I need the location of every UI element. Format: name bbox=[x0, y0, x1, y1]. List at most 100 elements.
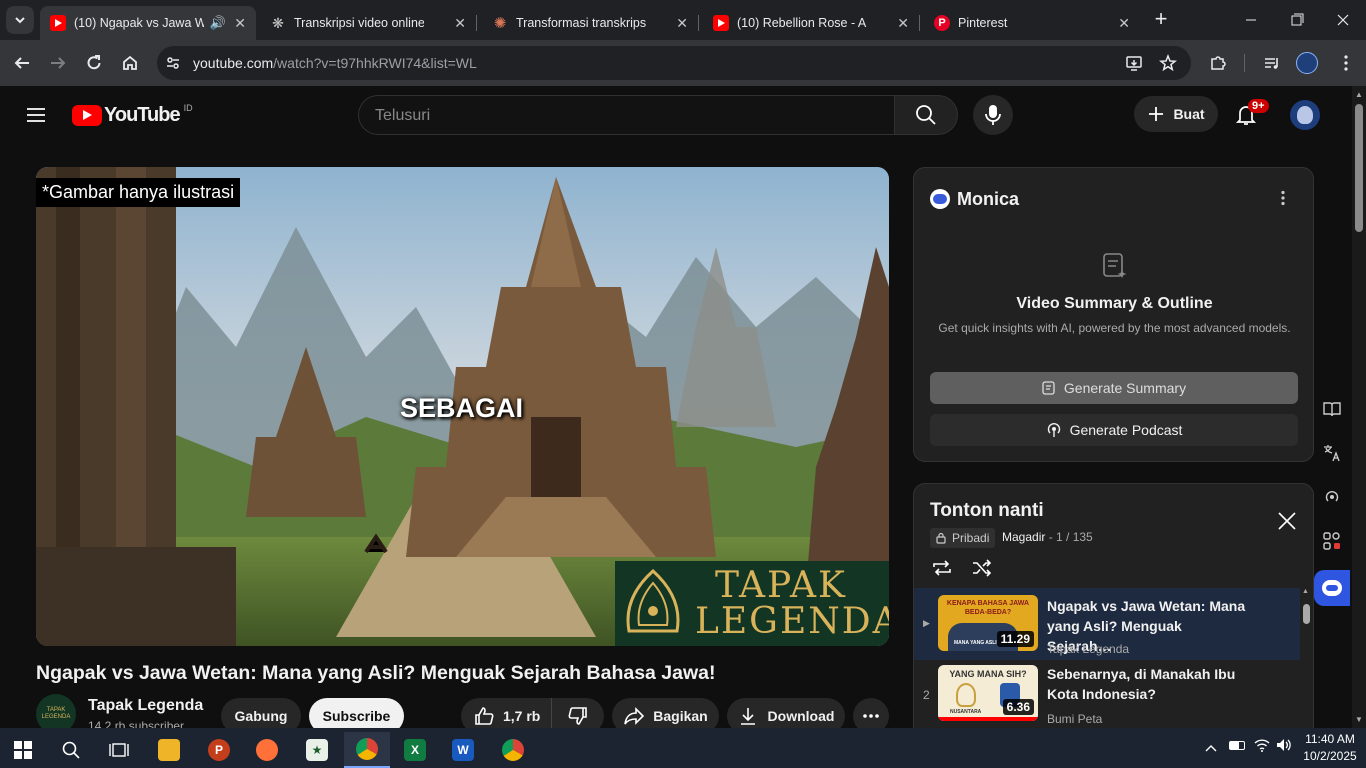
video-summary-description: Get quick insights with AI, powered by t… bbox=[938, 321, 1291, 335]
chevron-up-icon bbox=[1205, 745, 1217, 752]
pinterest-icon: P bbox=[934, 15, 950, 31]
thumbnail-caption: YANG MANA SIH? bbox=[949, 669, 1027, 679]
chrome-profile-app[interactable] bbox=[492, 732, 534, 768]
playlist-item[interactable]: 2 YANG MANA SIH? NUSANTARA 6.36 Sebenarn… bbox=[914, 660, 1300, 732]
tab-search-button[interactable] bbox=[6, 6, 34, 34]
folder-icon bbox=[158, 739, 180, 761]
video-duration: 6.36 bbox=[1002, 699, 1034, 715]
privacy-label: Pribadi bbox=[952, 531, 990, 545]
video-title: Ngapak vs Jawa Wetan: Mana yang Asli? Me… bbox=[36, 662, 716, 684]
close-tab-icon[interactable]: ✕ bbox=[1118, 15, 1130, 32]
create-button[interactable]: Buat bbox=[1134, 96, 1218, 132]
battery-icon[interactable] bbox=[1229, 741, 1245, 750]
task-view-button[interactable] bbox=[98, 732, 140, 768]
youtube-icon bbox=[713, 15, 729, 31]
reload-button[interactable] bbox=[82, 51, 106, 75]
tab-transformasi[interactable]: ✺ Transformasi transkripsi vide ✕ bbox=[482, 6, 699, 40]
word-app[interactable]: W bbox=[442, 732, 484, 768]
share-arrow-icon bbox=[624, 707, 645, 725]
file-explorer-app[interactable] bbox=[148, 732, 190, 768]
playlist-item-current[interactable]: ▶ KENAPA BAHASA JAWA BEDA-BEDA? MANA YAN… bbox=[914, 588, 1300, 660]
apps-grid-icon[interactable] bbox=[1317, 526, 1347, 556]
restore-button[interactable] bbox=[1282, 10, 1312, 30]
wifi-icon[interactable] bbox=[1254, 738, 1270, 757]
playlist-meta: Magadir - 1 / 135 bbox=[1002, 530, 1093, 544]
speaker-icon[interactable]: 🔊 bbox=[210, 15, 226, 31]
tab-youtube-ngapak[interactable]: (10) Ngapak vs Jawa Wet 🔊 ✕ bbox=[40, 6, 256, 40]
generate-summary-button[interactable]: Generate Summary bbox=[930, 372, 1298, 404]
tab-pinterest[interactable]: P Pinterest ✕ bbox=[924, 6, 1140, 40]
close-tab-icon[interactable]: ✕ bbox=[897, 15, 909, 32]
loop-playlist-button[interactable] bbox=[930, 556, 954, 580]
tab-transkripsi[interactable]: ❋ Transkripsi video online | Des ✕ bbox=[260, 6, 477, 40]
video-summary-heading: Video Summary & Outline bbox=[1016, 295, 1213, 312]
close-window-button[interactable] bbox=[1328, 10, 1358, 30]
music-queue-icon bbox=[1265, 58, 1278, 69]
youtube-icon bbox=[50, 15, 66, 31]
arrow-left-icon bbox=[14, 57, 29, 69]
playlist-scrollbar[interactable]: ▲ bbox=[1302, 588, 1312, 732]
taskbar-search-button[interactable] bbox=[50, 732, 92, 768]
playlist-item-title: Sebenarnya, di Manakah Ibu Kota Indonesi… bbox=[1047, 666, 1236, 702]
shuffle-playlist-button[interactable] bbox=[970, 556, 994, 580]
bookmark-star-icon[interactable] bbox=[1159, 54, 1177, 72]
url-text: youtube.com/watch?v=t97hhkRWI74&list=WL bbox=[193, 55, 477, 71]
site-settings-icon[interactable] bbox=[165, 55, 181, 71]
home-button[interactable] bbox=[118, 51, 142, 75]
minimize-button[interactable] bbox=[1236, 10, 1266, 30]
channel-name[interactable]: Tapak Legenda bbox=[88, 697, 203, 715]
monica-panel: Monica Video Summary & Outline Get quick… bbox=[913, 167, 1314, 462]
firefox-app[interactable] bbox=[246, 732, 288, 768]
join-label: Gabung bbox=[234, 708, 288, 724]
thumbnail-subcaption: NUSANTARA bbox=[950, 709, 982, 715]
back-button[interactable] bbox=[10, 51, 34, 75]
close-tab-icon[interactable]: ✕ bbox=[454, 15, 466, 32]
youtube-logo[interactable]: YouTube ID bbox=[72, 103, 193, 126]
volume-icon[interactable] bbox=[1276, 738, 1292, 757]
reader-icon[interactable] bbox=[1317, 394, 1347, 424]
playlist-close-button[interactable] bbox=[1276, 510, 1300, 534]
hamburger-icon bbox=[27, 108, 45, 122]
translate-icon[interactable] bbox=[1317, 438, 1347, 468]
chrome-app-active[interactable] bbox=[344, 732, 390, 768]
pinned-star-app[interactable]: ★ bbox=[296, 732, 338, 768]
region-code: ID bbox=[183, 103, 193, 113]
monica-menu-button[interactable] bbox=[1280, 190, 1290, 208]
search-input[interactable]: Telusuri bbox=[358, 95, 895, 135]
media-control-button[interactable] bbox=[1260, 51, 1284, 75]
shuffle-icon bbox=[973, 559, 992, 577]
voice-search-button[interactable] bbox=[973, 95, 1013, 135]
notifications-button[interactable]: 9+ bbox=[1234, 99, 1269, 129]
profile-avatar[interactable] bbox=[1296, 52, 1318, 74]
broadcast-icon[interactable] bbox=[1317, 482, 1347, 512]
excel-app[interactable]: X bbox=[394, 732, 436, 768]
page-scrollbar[interactable]: ▲ ▼ bbox=[1352, 86, 1366, 728]
tab-title: Transformasi transkripsi vide bbox=[516, 16, 646, 30]
youtube-logo-text: YouTube bbox=[104, 103, 181, 126]
monica-assistant-icon[interactable] bbox=[1314, 570, 1350, 606]
forward-button[interactable] bbox=[46, 51, 70, 75]
video-player[interactable]: *Gambar hanya ilustrasi SEBAGAI TAPAK LE… bbox=[36, 167, 889, 646]
extensions-button[interactable] bbox=[1206, 51, 1230, 75]
youtube-header: YouTube ID Telusuri Buat 9+ bbox=[0, 86, 1352, 144]
guide-menu-button[interactable] bbox=[24, 103, 48, 127]
tab-rebellion-rose[interactable]: (10) Rebellion Rose - Aku, Ka ✕ bbox=[703, 6, 920, 40]
close-tab-icon[interactable]: ✕ bbox=[234, 15, 246, 32]
new-tab-button[interactable]: + bbox=[1149, 8, 1173, 32]
playlist-owner[interactable]: Magadir bbox=[1002, 530, 1045, 544]
system-clock[interactable]: 11:40 AM 10/2/2025 bbox=[1300, 731, 1360, 765]
search-button[interactable] bbox=[894, 95, 958, 135]
install-app-icon[interactable] bbox=[1125, 54, 1143, 72]
address-bar[interactable]: youtube.com/watch?v=t97hhkRWI74&list=WL bbox=[157, 46, 1191, 80]
generate-podcast-button[interactable]: Generate Podcast bbox=[930, 414, 1298, 446]
scrollbar-thumb[interactable] bbox=[1355, 104, 1363, 232]
account-avatar[interactable] bbox=[1290, 100, 1320, 130]
start-button[interactable] bbox=[2, 732, 44, 768]
home-icon bbox=[123, 55, 137, 70]
browser-menu-button[interactable] bbox=[1334, 51, 1358, 75]
playlist-title[interactable]: Tonton nanti bbox=[930, 500, 1044, 522]
powerpoint-app[interactable]: P bbox=[198, 732, 240, 768]
show-hidden-icons-button[interactable] bbox=[1204, 740, 1218, 758]
playlist-item-channel: Tapak Legenda bbox=[1047, 642, 1130, 656]
close-tab-icon[interactable]: ✕ bbox=[676, 15, 688, 32]
